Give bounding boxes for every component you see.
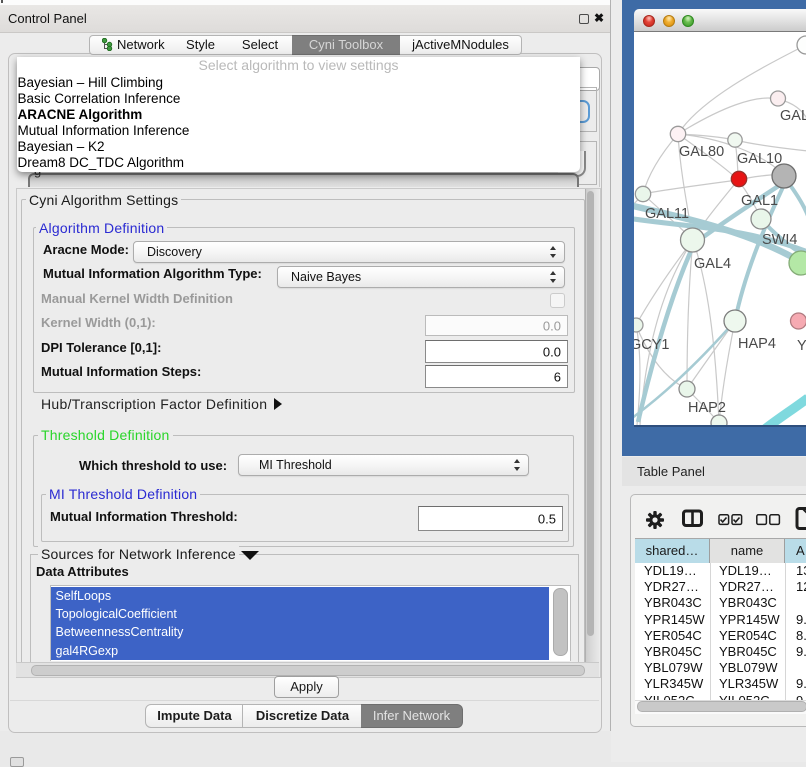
svg-text:GCY1: GCY1: [634, 337, 670, 353]
svg-text:Y: Y: [797, 338, 806, 354]
svg-text:GAL1: GAL1: [741, 193, 778, 209]
svg-text:GAL10: GAL10: [737, 151, 782, 167]
svg-text:GAL80: GAL80: [679, 144, 724, 160]
svg-text:HAP4: HAP4: [738, 336, 776, 352]
svg-text:GAL11: GAL11: [645, 206, 689, 222]
svg-text:GAL4: GAL4: [694, 256, 731, 272]
svg-text:GAL2: GAL2: [780, 108, 806, 124]
svg-text:SWI4: SWI4: [762, 232, 797, 248]
svg-text:HAP2: HAP2: [688, 400, 726, 416]
